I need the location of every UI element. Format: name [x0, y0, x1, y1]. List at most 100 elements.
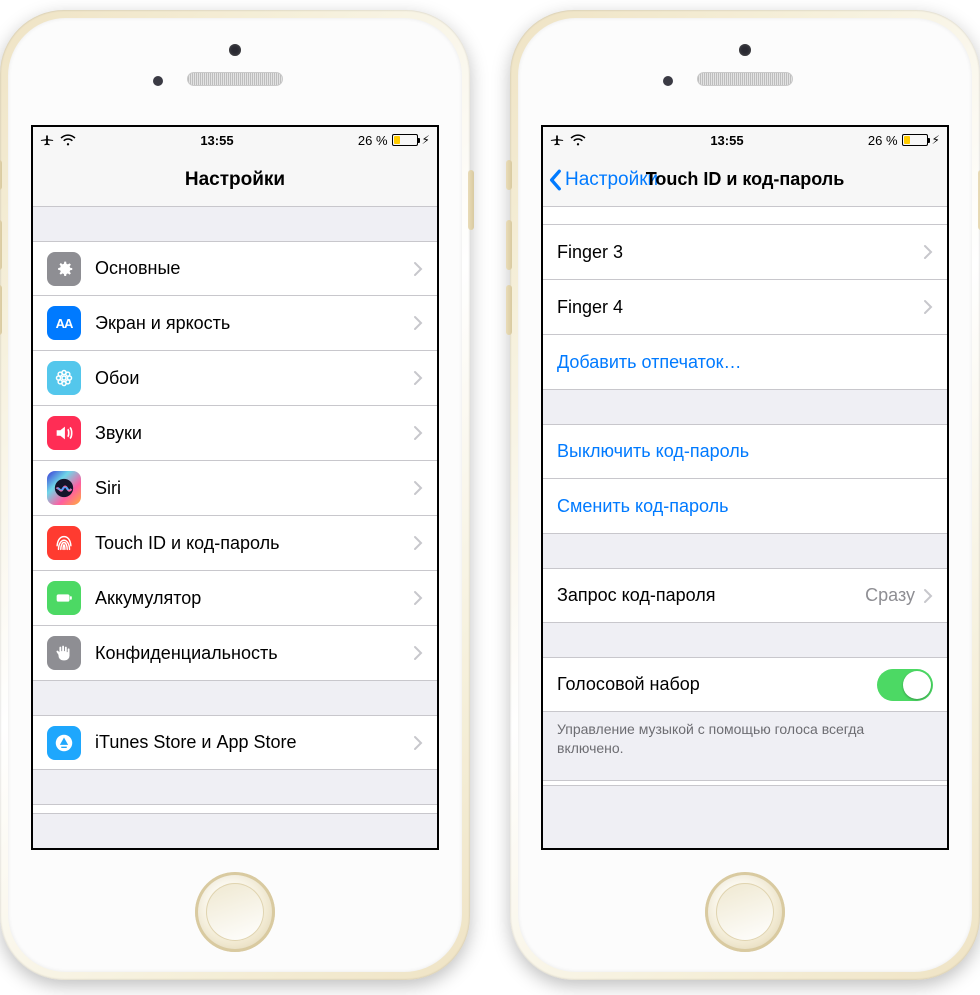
battery-percent: 26 % [358, 133, 388, 148]
settings-row-label: Конфиденциальность [95, 643, 413, 664]
navbar: Настройки [33, 153, 437, 207]
passcode-actions: Выключить код-пароль Сменить код-пароль [543, 424, 947, 534]
group-gap [543, 758, 947, 780]
flower-icon [47, 361, 81, 395]
chevron-right-icon [413, 315, 423, 331]
fingerprint-list: Finger 3 Finger 4 [543, 225, 947, 335]
battery-icon [902, 134, 928, 146]
voice-dial-row: Голосовой набор [543, 657, 947, 712]
home-button[interactable] [195, 872, 275, 952]
add-fingerprint-row[interactable]: Добавить отпечаток… [543, 335, 947, 390]
volume-up [506, 220, 512, 270]
next-group-peek [33, 804, 437, 814]
status-time: 13:55 [710, 133, 743, 148]
require-passcode-label: Запрос код-пароля [557, 585, 865, 606]
proximity-sensor [663, 76, 673, 86]
fingerprint-row[interactable]: Finger 4 [543, 280, 947, 335]
passcode-action-row[interactable]: Выключить код-пароль [543, 424, 947, 479]
aa-icon: AA [47, 306, 81, 340]
home-button[interactable] [705, 872, 785, 952]
hand-icon [47, 636, 81, 670]
settings-row-battery[interactable]: Аккумулятор [33, 571, 437, 626]
finger-icon [47, 526, 81, 560]
gear-icon [47, 252, 81, 286]
phone-left: 13:55 26 % ⚡︎ Настройки Основные AA Экран … [0, 10, 470, 980]
settings-row-label: Аккумулятор [95, 588, 413, 609]
battery-icon [47, 581, 81, 615]
settings-row-label: Экран и яркость [95, 313, 413, 334]
charging-icon: ⚡︎ [932, 133, 940, 147]
fingerprint-label: Finger 3 [557, 242, 923, 263]
settings-row-label: Основные [95, 258, 413, 279]
settings-row-wallpaper[interactable]: Обои [33, 351, 437, 406]
chevron-right-icon [923, 244, 933, 260]
require-passcode-value: Сразу [865, 585, 915, 606]
navbar: Настройки Touch ID и код-пароль [543, 153, 947, 207]
voice-dial-footer: Управление музыкой с помощью голоса всег… [543, 712, 947, 758]
group-gap [33, 770, 437, 804]
chevron-right-icon [413, 425, 423, 441]
settings-list: Основные AA Экран и яркость Обои Звуки Siri To… [33, 241, 437, 681]
settings-row-display[interactable]: AA Экран и яркость [33, 296, 437, 351]
airplane-mode-icon [40, 133, 54, 147]
group-gap [33, 681, 437, 715]
battery-icon [392, 134, 418, 146]
settings-row-label: Siri [95, 478, 413, 499]
earpiece-speaker [187, 72, 283, 86]
screen-touchid: 13:55 26 % ⚡︎ Настройки Touch ID и код-п… [541, 125, 949, 850]
voice-dial-label: Голосовой набор [557, 674, 877, 695]
finger-row-partial[interactable] [543, 207, 947, 225]
chevron-right-icon [413, 261, 423, 277]
volume-up [0, 220, 2, 270]
settings-row-touchid[interactable]: Touch ID и код-пароль [33, 516, 437, 571]
chevron-right-icon [413, 480, 423, 496]
chevron-right-icon [413, 590, 423, 606]
chevron-right-icon [923, 588, 933, 604]
settings-row-sounds[interactable]: Звуки [33, 406, 437, 461]
passcode-action-row[interactable]: Сменить код-пароль [543, 479, 947, 534]
next-group-peek [543, 780, 947, 786]
chevron-right-icon [413, 370, 423, 386]
status-time: 13:55 [200, 133, 233, 148]
screen-settings: 13:55 26 % ⚡︎ Настройки Основные AA Экран … [31, 125, 439, 850]
voice-dial-toggle[interactable] [877, 669, 933, 701]
chevron-right-icon [413, 535, 423, 551]
volume-down [506, 285, 512, 335]
proximity-sensor [153, 76, 163, 86]
speaker-icon [47, 416, 81, 450]
settings-row-general[interactable]: Основные [33, 241, 437, 296]
page-title: Настройки [179, 169, 291, 191]
fingerprint-row[interactable]: Finger 3 [543, 225, 947, 280]
settings-list-2: iTunes Store и App Store [33, 715, 437, 770]
earpiece-speaker [697, 72, 793, 86]
settings-row-privacy[interactable]: Конфиденциальность [33, 626, 437, 681]
passcode-action-label: Выключить код-пароль [557, 441, 933, 462]
siri-icon [47, 471, 81, 505]
front-camera [229, 44, 241, 56]
require-passcode-row[interactable]: Запрос код-пароля Сразу [543, 568, 947, 623]
mute-switch [506, 160, 512, 190]
settings-row-itunes[interactable]: iTunes Store и App Store [33, 715, 437, 770]
settings-row-label: Звуки [95, 423, 413, 444]
wifi-icon [570, 134, 586, 146]
front-camera [739, 44, 751, 56]
group-gap [543, 390, 947, 424]
power-button [468, 170, 474, 230]
chevron-right-icon [413, 645, 423, 661]
battery-percent: 26 % [868, 133, 898, 148]
settings-row-siri[interactable]: Siri [33, 461, 437, 516]
group-gap [33, 207, 437, 241]
airplane-mode-icon [550, 133, 564, 147]
group-gap [543, 623, 947, 657]
settings-row-label: Обои [95, 368, 413, 389]
phone-right: 13:55 26 % ⚡︎ Настройки Touch ID и код-п… [510, 10, 980, 980]
status-bar: 13:55 26 % ⚡︎ [543, 127, 947, 153]
mute-switch [0, 160, 2, 190]
settings-row-label: Touch ID и код-пароль [95, 533, 413, 554]
status-bar: 13:55 26 % ⚡︎ [33, 127, 437, 153]
chevron-right-icon [923, 299, 933, 315]
passcode-action-label: Сменить код-пароль [557, 496, 933, 517]
appstore-icon [47, 726, 81, 760]
settings-row-label: iTunes Store и App Store [95, 732, 413, 753]
volume-down [0, 285, 2, 335]
